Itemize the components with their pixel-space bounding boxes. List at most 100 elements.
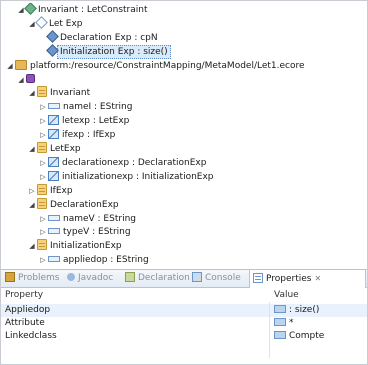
tree-item-label: nameV : EString <box>63 214 136 224</box>
property-column-header[interactable]: Property <box>5 288 43 302</box>
tree-item[interactable]: ◢ InitializationExp <box>27 239 122 253</box>
property-name: Linkedclass <box>5 331 57 341</box>
tree-item-label: Let Exp <box>49 19 83 29</box>
property-row[interactable]: Attribute * <box>1 317 367 330</box>
problems-icon <box>5 271 15 282</box>
value-column-header[interactable]: Value <box>274 288 299 302</box>
tree-item-label: platform:/resource/ConstraintMapping/Met… <box>30 61 305 71</box>
tree-item-label: declarationexp : DeclarationExp <box>62 158 207 168</box>
tree-item[interactable]: ▷ appliedop : EString <box>38 253 149 267</box>
collapse-toggle-icon[interactable]: ▷ <box>38 212 48 226</box>
tree-item[interactable]: ▷ ifexp : IfExp <box>38 128 115 142</box>
eattribute-icon <box>48 102 60 109</box>
constraint-diamond-icon <box>24 3 37 15</box>
property-name: Attribute <box>5 318 45 328</box>
javadoc-icon <box>67 272 75 281</box>
value-icon <box>274 317 286 326</box>
console-icon <box>192 271 202 282</box>
tree-item-label: typeV : EString <box>63 227 131 237</box>
collapse-toggle-icon[interactable]: ▷ <box>38 225 48 239</box>
expand-toggle-icon[interactable]: ◢ <box>27 17 37 31</box>
eattribute-icon <box>48 214 60 221</box>
tree-item[interactable]: ◢ Invariant : LetConstraint <box>16 3 148 17</box>
eclass-icon <box>37 198 47 209</box>
tab-properties[interactable]: Properties ✕ <box>249 270 366 288</box>
tree-item[interactable]: ◢ <box>16 73 38 87</box>
tree-item-label: Invariant <box>50 88 91 98</box>
expand-toggle-icon[interactable]: ◢ <box>16 73 26 87</box>
ereference-icon <box>48 114 59 125</box>
tree-item[interactable]: Initialization Exp : size() <box>38 44 171 59</box>
collapse-toggle-icon[interactable]: ▷ <box>38 253 48 267</box>
column-divider <box>269 302 270 358</box>
collapse-toggle-icon[interactable]: ▷ <box>38 128 48 142</box>
tree-item[interactable]: ▷ declarationexp : DeclarationExp <box>38 156 206 170</box>
tree-item[interactable]: ◢ LetExp <box>27 142 81 156</box>
tree-item[interactable]: ▷ letexp : LetExp <box>38 114 129 128</box>
ereference-icon <box>48 128 59 139</box>
tree-item-label: Initialization Exp : size() <box>57 45 171 59</box>
tree-item[interactable]: Declaration Exp : cpN <box>38 30 158 45</box>
let-exp-diamond-icon <box>35 16 48 29</box>
tab-javadoc[interactable]: Javadoc <box>67 270 113 287</box>
tab-label: Problems <box>18 273 60 283</box>
model-tree: ◢ Invariant : LetConstraint ◢ Let Exp Declar… <box>1 3 367 267</box>
value-icon <box>274 330 286 339</box>
expand-toggle-icon[interactable]: ◢ <box>27 239 37 253</box>
tree-item[interactable]: ◢ Invariant <box>27 86 90 100</box>
properties-view: Property Value Appliedop : size() Attrib… <box>1 288 367 364</box>
view-tab-bar: Problems Javadoc Declaration Console Pro… <box>1 269 367 288</box>
tree-item-label: IfExp <box>50 186 73 196</box>
property-value: : size() <box>289 305 320 315</box>
tree-item[interactable]: ▷ typeV : EString <box>38 225 131 239</box>
tree-item[interactable]: ▷ nameI : EString <box>38 100 132 114</box>
close-icon[interactable]: ✕ <box>314 274 321 283</box>
tree-item-label: Declaration Exp : cpN <box>60 33 158 43</box>
tab-label: Javadoc <box>78 273 114 283</box>
property-value: * <box>289 318 294 328</box>
expand-toggle-icon[interactable]: ◢ <box>27 198 37 212</box>
eattribute-icon <box>48 227 60 234</box>
expand-toggle-icon[interactable]: ◢ <box>27 142 37 156</box>
eclass-icon <box>37 142 47 153</box>
tree-item[interactable]: ◢ Let Exp <box>27 16 83 31</box>
editor-window: ◢ Invariant : LetConstraint ◢ Let Exp Declar… <box>0 0 368 365</box>
tree-item-label: InitializationExp <box>50 241 122 251</box>
collapse-toggle-icon[interactable]: ▷ <box>38 100 48 114</box>
expand-toggle-icon[interactable]: ◢ <box>27 86 37 100</box>
tree-item[interactable]: ▷ nameV : EString <box>38 212 136 226</box>
tab-problems[interactable]: Problems <box>5 270 59 287</box>
tree-item-label: Invariant : LetConstraint <box>38 5 148 15</box>
tree-item[interactable]: ▷ IfExp <box>27 184 73 198</box>
collapse-toggle-icon[interactable]: ▷ <box>38 156 48 170</box>
expand-toggle-icon[interactable]: ◢ <box>16 3 26 17</box>
property-row[interactable]: Linkedclass Compte <box>1 330 367 343</box>
tree-item-label: letexp : LetExp <box>62 116 130 126</box>
tree-item-label: ifexp : IfExp <box>62 130 116 140</box>
tab-label: Declaration <box>138 273 190 283</box>
tree-item-label: initializationexp : InitializationExp <box>62 172 214 182</box>
collapse-toggle-icon[interactable]: ▷ <box>27 184 37 198</box>
tree-item-label: appliedop : EString <box>63 255 149 265</box>
tab-declaration[interactable]: Declaration <box>125 270 190 287</box>
collapse-toggle-icon[interactable]: ▷ <box>38 170 48 184</box>
tree-item-label: nameI : EString <box>63 102 133 112</box>
collapse-toggle-icon[interactable]: ▷ <box>38 114 48 128</box>
ereference-icon <box>48 156 59 167</box>
tree-item[interactable]: ▷ initializationexp : InitializationExp <box>38 170 214 184</box>
property-row[interactable]: Appliedop : size() <box>1 304 367 317</box>
eclass-icon <box>37 86 47 97</box>
eclass-icon <box>37 184 47 195</box>
tree-item[interactable]: ◢ platform:/resource/ConstraintMapping/Me… <box>5 59 305 73</box>
value-icon <box>274 304 286 313</box>
property-name: Appliedop <box>5 305 51 315</box>
tab-console[interactable]: Console <box>192 270 241 287</box>
tree-item[interactable]: ◢ DeclarationExp <box>27 198 119 212</box>
expand-toggle-icon[interactable]: ◢ <box>5 59 15 73</box>
eattribute-icon <box>48 255 60 262</box>
package-icon <box>26 74 35 83</box>
property-value: Compte <box>289 331 325 341</box>
resource-file-icon <box>15 59 27 70</box>
tab-label: Properties <box>266 274 312 284</box>
tree-item-label: LetExp <box>50 144 81 154</box>
